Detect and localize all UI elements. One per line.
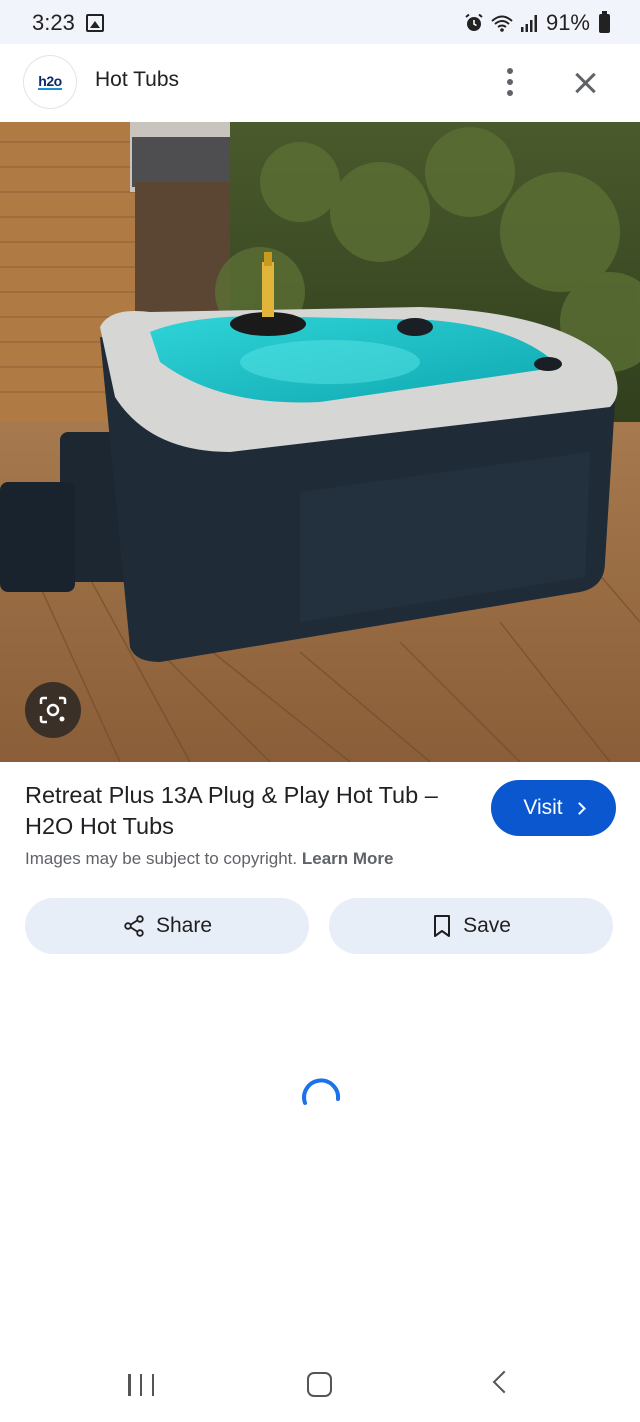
save-button-label: Save xyxy=(463,914,511,937)
google-lens-icon[interactable] xyxy=(25,682,81,738)
home-icon[interactable] xyxy=(307,1372,332,1397)
battery-percent: 91% xyxy=(545,10,590,35)
hot-tub-image xyxy=(0,122,640,762)
loading-spinner-icon xyxy=(302,1078,341,1105)
visit-button-label: Visit xyxy=(523,796,563,819)
image-icon xyxy=(86,14,104,32)
battery-icon xyxy=(599,10,610,33)
chevron-right-icon xyxy=(572,801,586,815)
alarm-icon xyxy=(465,13,483,31)
copyright-text: Images may be subject to copyright. xyxy=(25,849,298,868)
more-vert-icon[interactable] xyxy=(494,60,526,104)
viewer-header: h2o Hot Tubs xyxy=(0,44,640,122)
share-icon xyxy=(124,915,144,937)
status-time: 3:23 xyxy=(32,10,75,35)
signal-icon xyxy=(520,15,537,32)
learn-more-link[interactable]: Learn More xyxy=(302,849,394,868)
close-icon[interactable] xyxy=(564,62,606,104)
bookmark-icon xyxy=(434,915,451,937)
copyright-notice: Images may be subject to copyright. Lear… xyxy=(25,849,394,869)
status-icons: 91% xyxy=(464,10,610,36)
share-button[interactable]: Share xyxy=(25,898,309,954)
result-title[interactable]: Retreat Plus 13A Plug & Play Hot Tub – H… xyxy=(25,780,470,842)
status-bar: 3:23 91% xyxy=(0,0,640,44)
system-nav-bar xyxy=(0,1350,640,1422)
site-logo[interactable]: h2o xyxy=(24,56,76,108)
recent-apps-icon[interactable] xyxy=(128,1374,154,1396)
share-button-label: Share xyxy=(155,914,213,937)
result-image[interactable] xyxy=(0,122,640,762)
site-logo-text: h2o xyxy=(38,73,62,90)
back-icon[interactable] xyxy=(492,1370,516,1394)
save-button[interactable]: Save xyxy=(329,898,613,954)
page-title[interactable]: Hot Tubs xyxy=(95,68,179,92)
visit-button[interactable]: Visit xyxy=(491,780,616,836)
wifi-icon xyxy=(491,15,513,32)
